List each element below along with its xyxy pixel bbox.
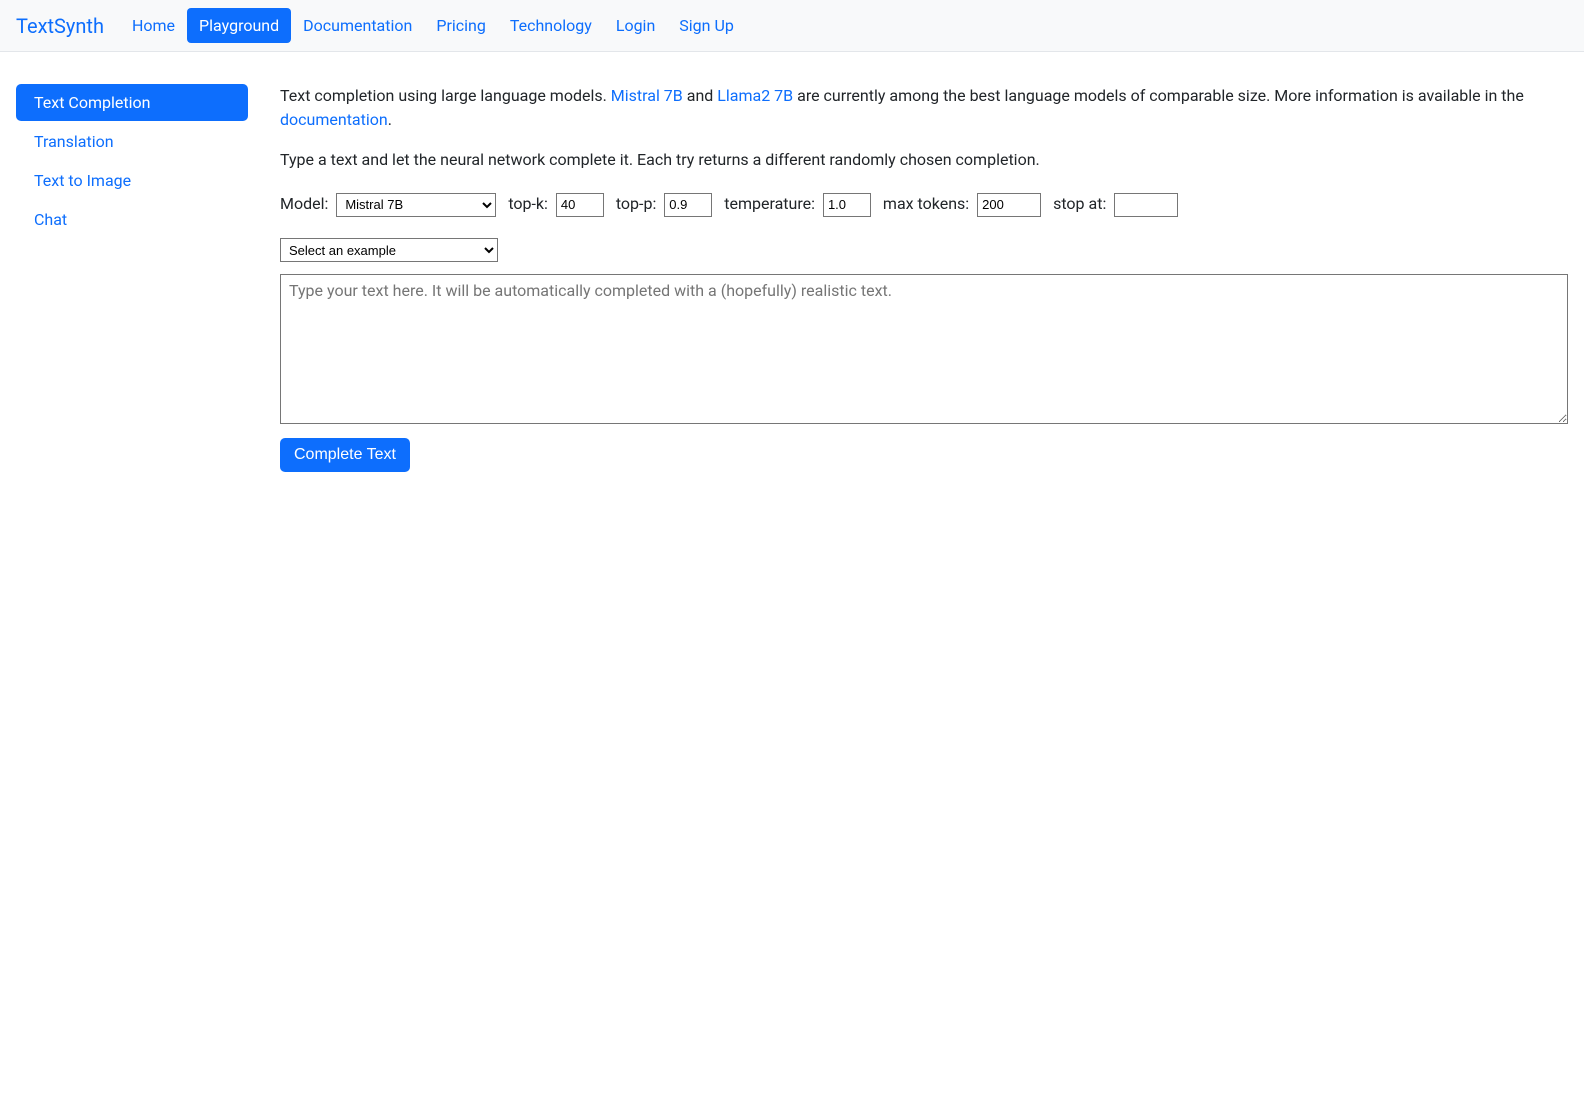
intro-mid1: and [683,86,718,105]
sidebar-item-chat[interactable]: Chat [16,201,248,238]
topp-label: top-p: [616,194,656,213]
intro-mid2: are currently among the best language mo… [793,86,1524,105]
model-label: Model: [280,194,328,213]
stopat-input[interactable] [1114,193,1178,217]
main-container: Text Completion Translation Text to Imag… [0,52,1584,504]
link-llama2[interactable]: Llama2 7B [717,86,793,105]
example-select[interactable]: Select an example [280,238,498,262]
top-navbar: TextSynth Home Playground Documentation … [0,0,1584,52]
prompt-textarea[interactable] [280,274,1568,424]
link-documentation[interactable]: documentation [280,110,388,129]
intro-prefix: Text completion using large language mod… [280,86,611,105]
stopat-label: stop at: [1053,194,1106,213]
maxtokens-input[interactable] [977,193,1041,217]
complete-text-button[interactable]: Complete Text [280,438,410,472]
nav-technology[interactable]: Technology [498,8,604,43]
sidebar: Text Completion Translation Text to Imag… [16,84,264,472]
topk-label: top-k: [508,194,548,213]
nav-playground[interactable]: Playground [187,8,291,43]
temperature-label: temperature: [724,194,815,213]
nav-documentation[interactable]: Documentation [291,8,424,43]
nav-pricing[interactable]: Pricing [424,8,498,43]
topp-input[interactable] [664,193,712,217]
controls-row: Model: Mistral 7B top-k: top-p: temperat… [280,188,1568,220]
brand-link[interactable]: TextSynth [16,14,104,38]
link-mistral[interactable]: Mistral 7B [611,86,683,105]
sidebar-item-text-completion[interactable]: Text Completion [16,84,248,121]
model-select[interactable]: Mistral 7B [336,193,496,217]
nav-signup[interactable]: Sign Up [667,8,746,43]
sidebar-item-text-to-image[interactable]: Text to Image [16,162,248,199]
intro-text: Text completion using large language mod… [280,84,1568,132]
main-content: Text completion using large language mod… [264,84,1568,472]
intro-suffix: . [388,110,392,129]
nav-home[interactable]: Home [120,8,187,43]
instruction-text: Type a text and let the neural network c… [280,148,1568,172]
sidebar-item-translation[interactable]: Translation [16,123,248,160]
topk-input[interactable] [556,193,604,217]
nav-links: Home Playground Documentation Pricing Te… [120,8,746,43]
temperature-input[interactable] [823,193,871,217]
maxtokens-label: max tokens: [883,194,969,213]
nav-login[interactable]: Login [604,8,667,43]
